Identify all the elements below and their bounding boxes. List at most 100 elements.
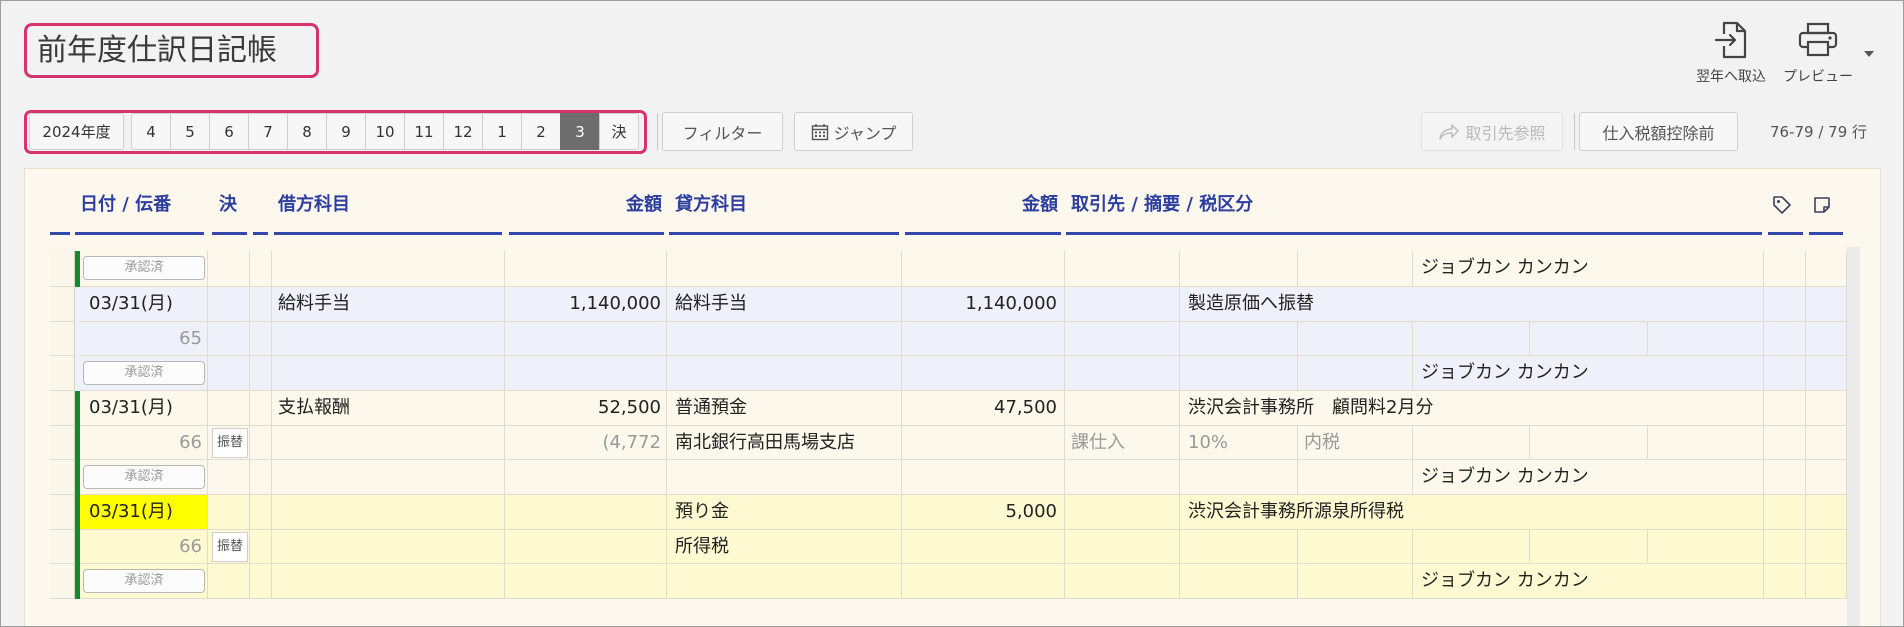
debit-amount-cell[interactable]: 1,140,000: [505, 287, 667, 322]
credit-amount-cell[interactable]: 5,000: [902, 495, 1065, 530]
debit-account-cell[interactable]: [272, 251, 505, 287]
date-cell[interactable]: 03/31(月): [80, 287, 208, 322]
tax-category-cell[interactable]: [1065, 529, 1180, 565]
note-cell[interactable]: [1806, 460, 1847, 495]
tag-cell[interactable]: [1764, 251, 1806, 287]
tag-cell[interactable]: [1764, 356, 1806, 391]
note-cell[interactable]: [1806, 529, 1847, 565]
tag-cell[interactable]: [1764, 425, 1806, 461]
period-tab-settlement[interactable]: 決: [599, 113, 639, 150]
period-tab-5[interactable]: 5: [170, 113, 210, 150]
credit-account-cell[interactable]: 給料手当: [667, 287, 902, 322]
memo-cell[interactable]: 製造原価へ振替: [1180, 287, 1764, 322]
filter-button[interactable]: フィルター: [662, 112, 783, 151]
debit-sub-account-cell[interactable]: [272, 529, 505, 565]
slip-number-cell[interactable]: 66: [80, 425, 208, 461]
status-badge[interactable]: 承認済: [83, 569, 205, 594]
fiscal-year-button[interactable]: 2024年度: [29, 113, 124, 150]
credit-sub-account-cell[interactable]: 所得税: [667, 529, 902, 565]
jump-button[interactable]: ジャンプ: [794, 112, 913, 151]
period-tab-12[interactable]: 12: [443, 113, 483, 150]
debit-account-cell[interactable]: 給料手当: [272, 287, 505, 322]
note-cell[interactable]: [1806, 251, 1847, 287]
tax-rate-cell[interactable]: 10%: [1180, 425, 1298, 461]
settlement-cell: [208, 564, 250, 599]
tag-cell[interactable]: [1764, 321, 1806, 357]
period-tab-2[interactable]: 2: [521, 113, 561, 150]
date-cell[interactable]: 03/31(月): [80, 391, 208, 426]
period-tab-6[interactable]: 6: [209, 113, 249, 150]
tax-method-cell[interactable]: 内税: [1298, 425, 1413, 461]
debit-sub-account-cell[interactable]: [272, 425, 505, 461]
note-icon[interactable]: [1812, 195, 1832, 215]
credit-account-cell[interactable]: [667, 251, 902, 287]
note-cell[interactable]: [1806, 356, 1847, 391]
debit-tax-cell: [505, 321, 667, 357]
period-tab-9[interactable]: 9: [326, 113, 366, 150]
tax-category-cell[interactable]: [1065, 321, 1180, 357]
status-badge[interactable]: 承認済: [83, 465, 205, 490]
import-next-year-button[interactable]: 翌年へ取込: [1694, 18, 1768, 90]
note-cell[interactable]: [1806, 287, 1847, 322]
credit-sub-account-cell[interactable]: [667, 321, 902, 357]
note-cell[interactable]: [1806, 391, 1847, 426]
journal-entry[interactable]: 03/31(月) 給料手当 1,140,000 給料手当 1,140,000 製…: [50, 287, 1847, 391]
period-tab-10[interactable]: 10: [365, 113, 405, 150]
partner-cell[interactable]: [1065, 391, 1180, 426]
tax-method-cell[interactable]: [1298, 321, 1413, 357]
tax-method-cell[interactable]: [1298, 529, 1413, 565]
credit-amount-cell[interactable]: 47,500: [902, 391, 1065, 426]
credit-account-cell[interactable]: 預り金: [667, 495, 902, 530]
tag-cell[interactable]: [1764, 529, 1806, 565]
credit-amount-cell[interactable]: 1,140,000: [902, 287, 1065, 322]
tag-cell[interactable]: [1764, 460, 1806, 495]
toolbar-separator: [1574, 113, 1575, 150]
credit-sub-account-cell[interactable]: 南北銀行高田馬場支店: [667, 425, 902, 461]
period-tab-7[interactable]: 7: [248, 113, 288, 150]
tag-cell[interactable]: [1764, 564, 1806, 599]
credit-account-cell[interactable]: 普通預金: [667, 391, 902, 426]
debit-amount-cell[interactable]: [505, 251, 667, 287]
tag-icon[interactable]: [1772, 195, 1792, 215]
tax-mode-button[interactable]: 仕入税額控除前: [1579, 112, 1738, 151]
period-tab-3-selected[interactable]: 3: [560, 113, 600, 150]
tag-cell[interactable]: [1764, 495, 1806, 530]
debit-sub-account-cell[interactable]: [272, 321, 505, 357]
slip-number-cell[interactable]: 65: [80, 321, 208, 357]
tax-rate-cell[interactable]: [1180, 529, 1298, 565]
partner-reference-button[interactable]: 取引先参照: [1421, 112, 1563, 151]
memo-cell[interactable]: 渋沢会計事務所 顧問料2月分: [1180, 391, 1764, 426]
journal-entry-selected[interactable]: 03/31(月) 預り金 5,000 渋沢会計事務所源泉所得税 66 振替 所得…: [50, 495, 1847, 599]
status-badge[interactable]: 承認済: [83, 361, 205, 386]
sub-cell: [1298, 356, 1413, 391]
tax-category-cell[interactable]: 課仕入: [1065, 425, 1180, 461]
debit-account-cell[interactable]: [272, 495, 505, 530]
note-cell[interactable]: [1806, 321, 1847, 357]
period-tab-1[interactable]: 1: [482, 113, 522, 150]
tag-cell[interactable]: [1764, 391, 1806, 426]
slip-number-cell[interactable]: 66: [80, 529, 208, 565]
note-cell[interactable]: [1806, 564, 1847, 599]
credit-amount-cell[interactable]: [902, 251, 1065, 287]
period-tab-11[interactable]: 11: [404, 113, 444, 150]
status-cell: 承認済: [80, 564, 208, 599]
memo-cell[interactable]: 渋沢会計事務所源泉所得税: [1180, 495, 1764, 530]
tax-rate-cell[interactable]: [1180, 321, 1298, 357]
note-cell[interactable]: [1806, 425, 1847, 461]
debit-amount-cell[interactable]: [505, 495, 667, 530]
note-cell[interactable]: [1806, 495, 1847, 530]
date-cell-focused[interactable]: 03/31(月): [80, 495, 208, 530]
caret-down-icon[interactable]: [1864, 42, 1874, 61]
debit-account-cell[interactable]: 支払報酬: [272, 391, 505, 426]
debit-amount-cell[interactable]: 52,500: [505, 391, 667, 426]
partner-cell[interactable]: [1065, 495, 1180, 530]
period-tab-4[interactable]: 4: [131, 113, 171, 150]
preview-button[interactable]: プレビュー: [1780, 18, 1856, 90]
tag-cell[interactable]: [1764, 287, 1806, 322]
partner-cell[interactable]: [1065, 287, 1180, 322]
journal-entry[interactable]: 03/31(月) 支払報酬 52,500 普通預金 47,500 渋沢会計事務所…: [50, 391, 1847, 495]
period-tab-8[interactable]: 8: [287, 113, 327, 150]
vertical-scrollbar[interactable]: [1847, 247, 1860, 627]
status-badge[interactable]: 承認済: [83, 256, 205, 280]
journal-entry[interactable]: 承認済 ジョブカン カンカン: [50, 251, 1847, 287]
